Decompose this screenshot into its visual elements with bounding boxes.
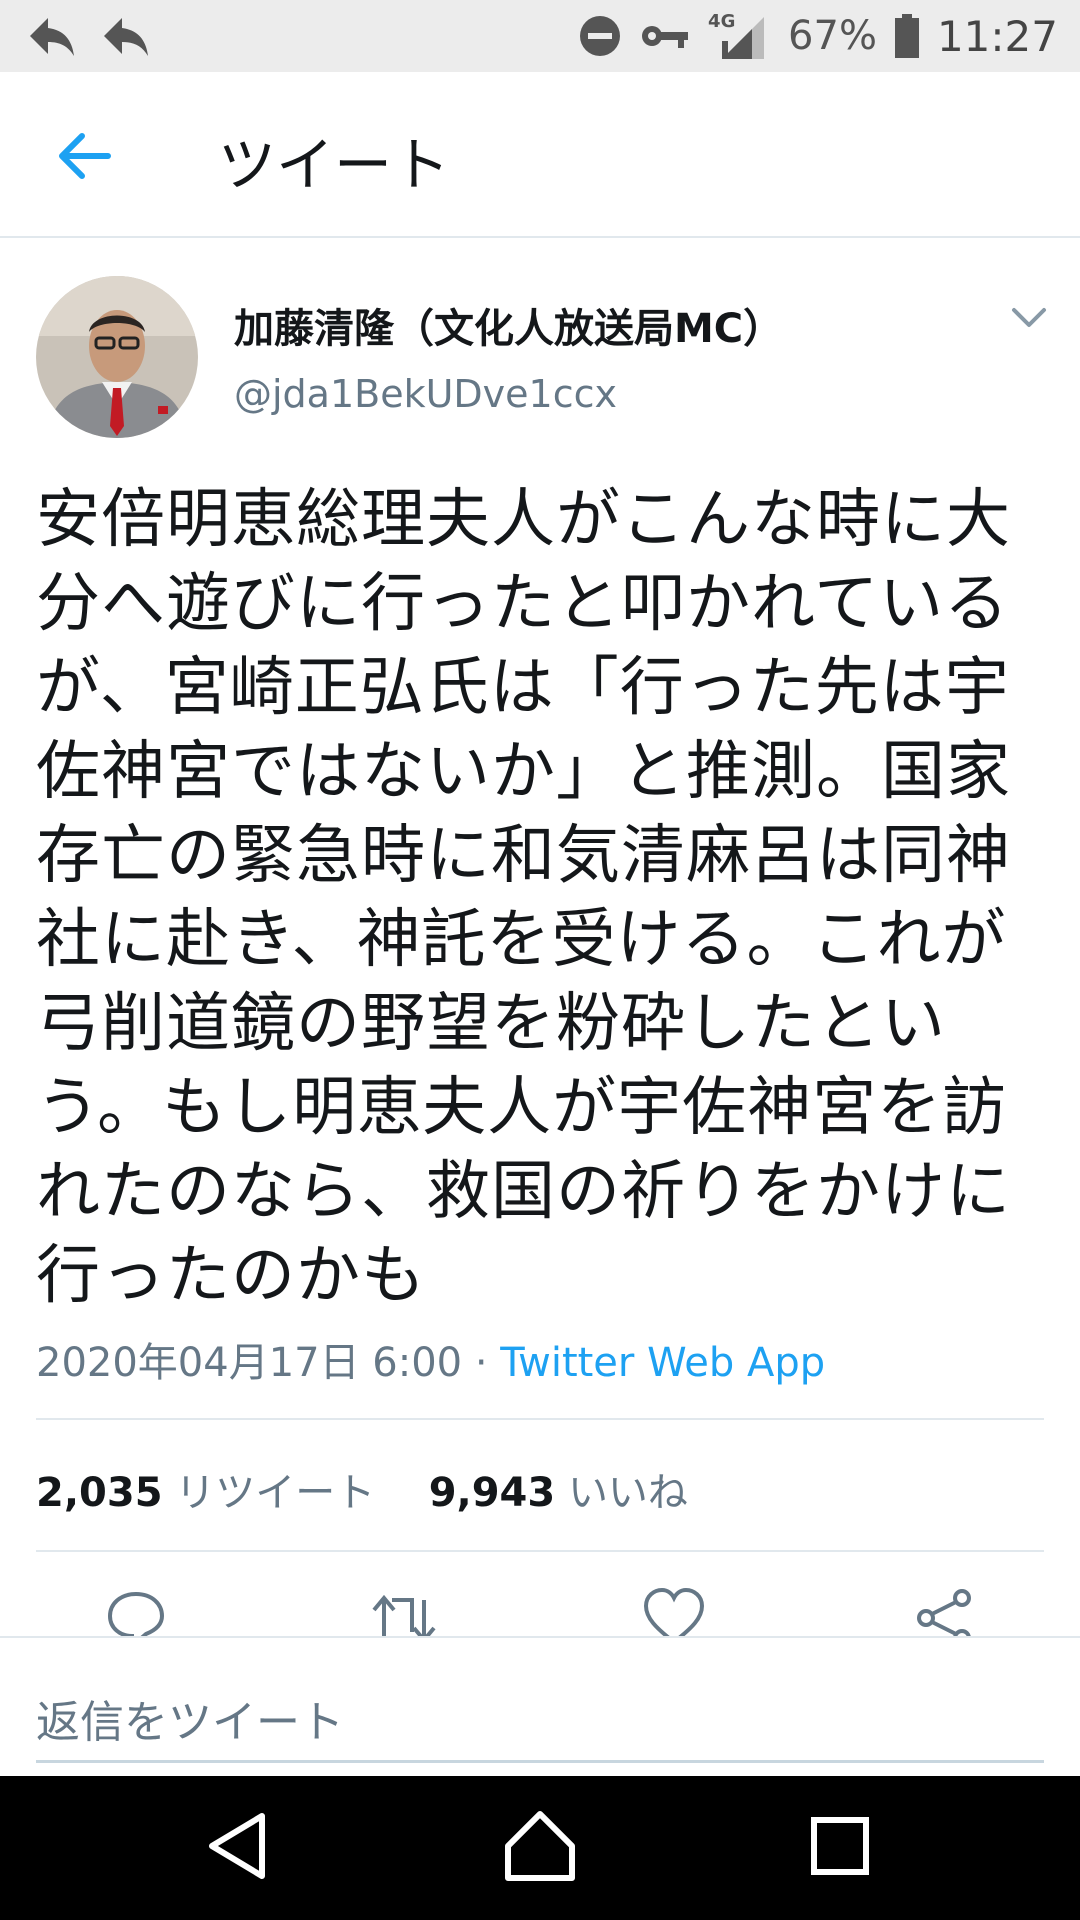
reply-underline: [36, 1760, 1044, 1763]
battery-percent: 67%: [788, 13, 877, 59]
retweet-stat[interactable]: 2,035 リツイート: [36, 1470, 375, 1516]
tweet-source[interactable]: Twitter Web App: [500, 1340, 825, 1386]
heart-icon[interactable]: [642, 1588, 706, 1636]
divider: [36, 1550, 1044, 1552]
reply-icon[interactable]: [104, 1588, 168, 1636]
author-handle[interactable]: @jda1BekUDve1ccx: [234, 372, 617, 416]
home-nav-icon[interactable]: [500, 1806, 580, 1886]
vpn-key-icon: [642, 26, 689, 48]
status-bar: 4G 67% 11:27: [0, 0, 1080, 72]
avatar-image: [36, 276, 198, 438]
like-label: いいね: [567, 1470, 688, 1516]
reply-all-icon: [104, 18, 148, 56]
signal-icon: [722, 17, 765, 59]
reply-input[interactable]: 返信をツイート: [36, 1686, 344, 1750]
signal-indicator: 4G: [708, 11, 770, 61]
author-name[interactable]: 加藤清隆（文化人放送局MC）: [234, 296, 783, 354]
app-header: ツイート: [0, 72, 1080, 238]
status-left: [26, 12, 152, 60]
tweet-date: 2020年04月17日 6:00: [36, 1340, 463, 1386]
tweet-text: 安倍明恵総理夫人がこんな時に大分へ遊びに行ったと叩かれているが、宮崎正弘氏は「行…: [36, 483, 1011, 1313]
tweet-actions: [0, 1588, 1080, 1636]
do-not-disturb-icon: [580, 16, 621, 56]
tweet-stats: 2,035 リツイート 9,943 いいね: [36, 1460, 688, 1518]
retweet-label: リツイート: [175, 1470, 376, 1516]
reply-all-icon: [30, 18, 74, 56]
battery-icon: [894, 14, 919, 58]
clock: 11:27: [936, 11, 1058, 61]
divider: [36, 1418, 1044, 1420]
tweet-meta: 2020年04月17日 6:00 · Twitter Web App: [36, 1330, 825, 1388]
arrow-left-icon[interactable]: [52, 124, 116, 188]
retweet-icon[interactable]: [372, 1588, 436, 1636]
share-icon[interactable]: [912, 1588, 976, 1636]
status-right: 4G 67% 11:27: [578, 8, 1058, 64]
meta-separator: ·: [462, 1340, 501, 1386]
retweet-count: 2,035: [36, 1470, 163, 1516]
navigation-bar: [0, 1776, 1080, 1920]
reply-bar: 返信をツイート: [0, 1636, 1080, 1776]
recents-nav-icon[interactable]: [800, 1806, 880, 1886]
page-title: ツイート: [218, 131, 451, 199]
chevron-down-icon[interactable]: [1010, 306, 1048, 330]
avatar[interactable]: [36, 276, 198, 438]
like-stat[interactable]: 9,943 いいね: [429, 1470, 688, 1516]
like-count: 9,943: [428, 1470, 556, 1516]
back-nav-icon[interactable]: [200, 1806, 280, 1886]
